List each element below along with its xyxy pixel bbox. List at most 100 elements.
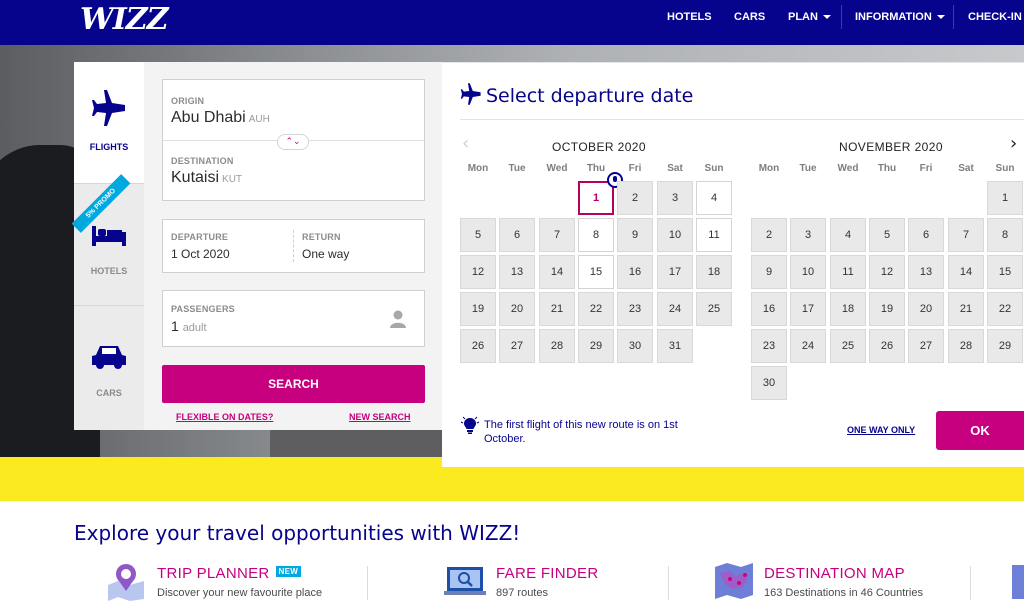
tab-cars[interactable]: CARS [74,306,144,428]
day-cell: 14 [948,255,984,289]
weekday-header: Fri [628,163,642,174]
day-cell: 4 [830,218,866,252]
weekday-header: Thu [586,163,606,174]
destination-code: KUT [222,174,243,185]
europe-map-icon[interactable] [712,561,756,601]
destination-label: DESTINATION [171,156,234,166]
passengers-unit: adult [182,322,207,334]
explore-heading: Explore your travel opportunities with W… [74,521,521,545]
weekday-header: Sun [995,163,1015,174]
map-pin-icon[interactable] [104,561,148,601]
destination-field[interactable]: DESTINATION Kutaisi KUT [163,141,424,200]
departure-value: 1 Oct 2020 [171,247,230,261]
day-cell: 18 [830,292,866,326]
day-cell: 26 [869,329,905,363]
tab-flights[interactable]: FLIGHTS [74,62,144,184]
return-value: One way [302,247,350,261]
day-cell: 30 [751,366,787,400]
day-cell: 21 [948,292,984,326]
weekday-header: Tue [799,163,817,174]
day-cell: 17 [790,292,826,326]
nav-plan-label: PLAN [788,10,818,23]
day-cell: 23 [751,329,787,363]
prev-month-arrow-icon[interactable]: ‹ [462,135,469,153]
month-title-october: OCTOBER 2020 [552,140,646,154]
day-cell: 10 [790,255,826,289]
new-badge: NEW [275,566,302,577]
weekday-header: Thu [877,163,897,174]
day-cell: 21 [539,292,575,326]
nav-cars[interactable]: CARS [734,0,765,33]
day-cell: 23 [617,292,653,326]
flight-search-panel: FLIGHTS HOTELS 5% PROMO CARS ORIGIN Abu … [71,62,442,430]
day-cell[interactable]: 15 [578,255,614,289]
weekday-header: Sat [958,163,974,174]
departure-label: DEPARTURE [171,232,229,242]
passengers-value: 1 adult [171,318,207,334]
day-cell: 26 [460,329,496,363]
weekday-header: Wed [837,163,859,174]
nav-plan[interactable]: PLAN [788,0,831,33]
tab-hotels-label: HOTELS [90,266,128,276]
new-search-link[interactable]: NEW SEARCH [349,412,411,422]
day-cell: 9 [617,218,653,252]
next-month-arrow-icon[interactable]: › [1010,135,1017,153]
ok-button[interactable]: OK [936,411,1024,450]
origin-label: ORIGIN [171,96,205,106]
weekday-header: Mon [758,163,780,174]
day-cell: 6 [499,218,535,252]
one-way-only-link[interactable]: ONE WAY ONLY [847,425,915,435]
fare-finder-title[interactable]: FARE FINDER [496,565,598,582]
origin-city: Abu Dhabi [171,109,246,126]
feature-divider [367,566,368,600]
selected-day-cell[interactable]: 1 [578,181,614,215]
day-cell[interactable]: 4 [696,181,732,215]
weekday-header: Wed [546,163,568,174]
day-cell: 30 [617,329,653,363]
nav-hotels[interactable]: HOTELS [667,0,712,33]
origin-field[interactable]: ORIGIN Abu Dhabi AUH [163,80,424,140]
destination-city: Kutaisi [171,169,220,186]
day-cell: 15 [987,255,1023,289]
wizz-logo[interactable]: WIZZ [80,2,169,37]
person-icon [390,310,406,328]
flexible-dates-link[interactable]: FLEXIBLE ON DATES? [176,412,273,422]
fare-finder-subtitle: 897 routes [496,587,548,599]
weekday-header: Tue [508,163,526,174]
weekday-header: Mon [467,163,489,174]
passengers-label: PASSENGERS [171,304,235,314]
day-cell[interactable]: 11 [696,218,732,252]
day-cell: 22 [987,292,1023,326]
day-cell: 13 [499,255,535,289]
product-tabs: FLIGHTS HOTELS 5% PROMO CARS [71,62,144,430]
destination-map-title[interactable]: DESTINATION MAP [764,565,905,582]
day-cell: 12 [869,255,905,289]
day-cell: 1 [987,181,1023,215]
day-cell: 27 [908,329,944,363]
day-cell: 17 [657,255,693,289]
laptop-search-icon[interactable] [443,561,487,601]
nav-hotels-label: HOTELS [667,10,712,23]
return-field[interactable]: RETURN One way [294,220,424,272]
day-cell: 14 [539,255,575,289]
feature-divider [970,566,971,600]
search-button[interactable]: SEARCH [162,365,425,403]
nav-information-label: INFORMATION [855,10,932,23]
day-cell: 19 [869,292,905,326]
picker-title: Select departure date [486,85,694,107]
route-fields: ORIGIN Abu Dhabi AUH ⌃⌄ DESTINATION Kutai… [162,79,425,201]
origin-code: AUH [248,114,270,125]
date-fields: DEPARTURE 1 Oct 2020 RETURN One way [162,219,425,273]
nav-information[interactable]: INFORMATION [855,0,945,33]
departure-field[interactable]: DEPARTURE 1 Oct 2020 [163,220,293,272]
airplane-icon [460,83,481,105]
day-cell: 31 [657,329,693,363]
day-cell: 24 [657,292,693,326]
origin-value: Abu Dhabi AUH [171,109,270,127]
nav-check-in[interactable]: CHECK-IN & [968,0,1024,33]
day-cell[interactable]: 8 [578,218,614,252]
day-cell: 5 [460,218,496,252]
passengers-field[interactable]: PASSENGERS 1 adult [162,290,425,347]
month-title-november: NOVEMBER 2020 [839,140,943,154]
trip-planner-title[interactable]: TRIP PLANNER NEW [157,565,302,582]
